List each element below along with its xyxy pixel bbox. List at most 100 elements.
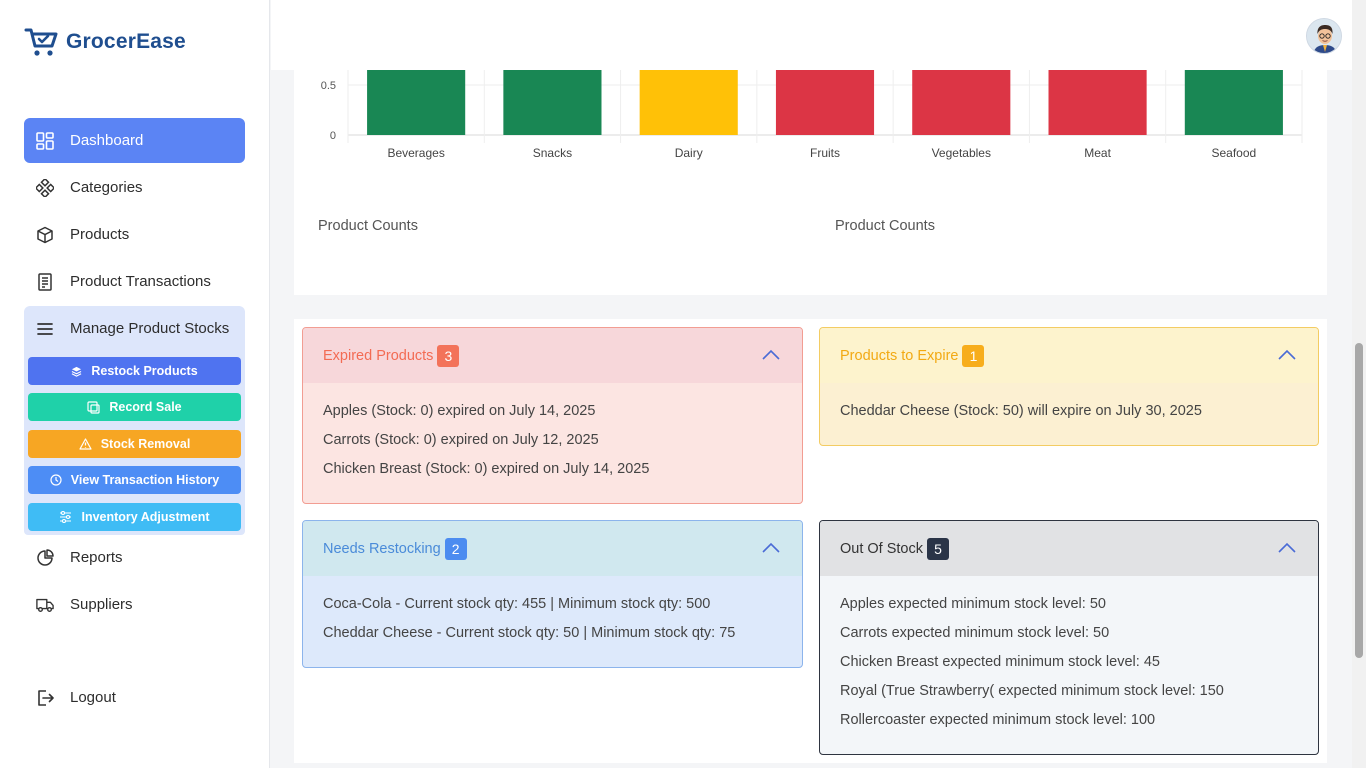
products-to-expire-count-badge: 1 (962, 344, 985, 367)
needs-restocking-header[interactable]: Needs Restocking 2 (303, 521, 802, 576)
receipt-icon (36, 272, 54, 291)
chart-bar[interactable] (775, 60, 875, 135)
expired-products-header[interactable]: Expired Products 3 (303, 328, 802, 383)
sidebar-item-label: Dashboard (70, 132, 144, 149)
categories-icon (36, 178, 54, 197)
sidebar-item-label: Reports (70, 549, 123, 566)
inventory-adjustment-label: Inventory Adjustment (81, 510, 210, 524)
list-item: Coca-Cola - Current stock qty: 455 | Min… (323, 596, 711, 612)
products-to-expire-title: Products to Expire (840, 347, 959, 364)
sidebar-item-products[interactable]: Products (24, 212, 245, 257)
sale-tag-icon (87, 400, 100, 414)
needs-restocking-title: Needs Restocking (323, 540, 441, 557)
chart-bar[interactable] (503, 60, 602, 135)
scrollbar-thumb[interactable] (1355, 343, 1363, 658)
view-transaction-history-button[interactable]: View Transaction History (28, 466, 241, 494)
restock-products-label: Restock Products (91, 364, 198, 378)
sidebar-item-manage-product-stocks[interactable]: Manage Product Stocks (24, 306, 245, 351)
chart-bar[interactable] (1184, 60, 1283, 135)
list-item: Chicken Breast (Stock: 0) expired on Jul… (323, 461, 650, 477)
manage-stocks-submenu: Restock Products Record Sale Stock Remov… (24, 351, 245, 535)
needs-restocking-list: Coca-Cola - Current stock qty: 455 | Min… (303, 576, 802, 648)
out-of-stock-list: Apples expected minimum stock level: 50 … (820, 576, 1318, 735)
chart-bar[interactable] (639, 60, 738, 135)
x-tick-label: Beverages (387, 146, 444, 160)
sidebar-item-label: Products (70, 226, 130, 243)
top-header (271, 0, 1352, 70)
menu-icon (36, 320, 54, 338)
warning-icon (79, 438, 92, 450)
category-stock-chart-card: 0.5 0 Beverages Snacks Dairy Fruits Vegetables… (294, 60, 1327, 295)
sidebar-item-label: Categories (70, 179, 143, 196)
needs-restocking-count-badge: 2 (444, 537, 467, 560)
list-item: Carrots expected minimum stock level: 50 (840, 625, 1110, 641)
sidebar-item-label: Manage Product Stocks (70, 320, 230, 337)
app-logo[interactable]: GrocerEase (24, 26, 186, 58)
x-tick-label: Fruits (810, 146, 840, 160)
chevron-up-icon[interactable] (762, 348, 780, 362)
list-item: Chicken Breast expected minimum stock le… (840, 654, 1160, 670)
products-to-expire-list: Cheddar Cheese (Stock: 50) will expire o… (820, 383, 1318, 426)
layers-icon (71, 366, 82, 377)
list-item: Apples (Stock: 0) expired on July 14, 20… (323, 403, 596, 419)
out-of-stock-count-badge: 5 (927, 537, 949, 560)
list-item: Royal (True Strawberry( expected minimum… (840, 683, 1224, 699)
logout-icon (36, 689, 54, 707)
sidebar-item-categories[interactable]: Categories (24, 165, 245, 210)
out-of-stock-card: Out Of Stock 5 Apples expected minimum s… (819, 520, 1319, 755)
sidebar-item-reports[interactable]: Reports (24, 535, 245, 580)
x-tick-label: Snacks (533, 146, 572, 160)
sidebar-item-label: Logout (70, 689, 116, 706)
product-counts-caption: Product Counts (835, 218, 935, 234)
dashboard-icon (36, 131, 54, 150)
user-avatar[interactable] (1306, 18, 1342, 54)
list-item: Rollercoaster expected minimum stock lev… (840, 712, 1156, 728)
truck-icon (36, 596, 54, 614)
chart-bar[interactable] (367, 60, 466, 135)
app-name: GrocerEase (66, 30, 186, 53)
list-item: Carrots (Stock: 0) expired on July 12, 2… (323, 432, 599, 448)
chevron-up-icon[interactable] (1278, 541, 1296, 555)
clock-icon (50, 474, 62, 486)
sidebar-item-dashboard[interactable]: Dashboard (24, 118, 245, 163)
view-transaction-history-label: View Transaction History (70, 473, 220, 487)
products-to-expire-card: Products to Expire 1 Cheddar Cheese (Sto… (819, 327, 1319, 446)
x-tick-label: Vegetables (932, 146, 991, 160)
expired-products-card: Expired Products 3 Apples (Stock: 0) exp… (302, 327, 803, 504)
record-sale-label: Record Sale (109, 400, 182, 414)
sidebar-item-label: Product Transactions (70, 273, 211, 290)
sliders-icon (59, 511, 72, 523)
box-icon (36, 226, 54, 244)
chart-bar[interactable] (1048, 60, 1147, 135)
category-stock-bar-chart: 0.5 0 Beverages Snacks Dairy Fruits Vegetables… (321, 60, 1303, 160)
list-item: Cheddar Cheese (Stock: 50) will expire o… (840, 403, 1202, 419)
chart-bar[interactable] (912, 60, 1011, 135)
restock-products-button[interactable]: Restock Products (28, 357, 241, 385)
sidebar-item-suppliers[interactable]: Suppliers (24, 582, 245, 627)
stock-removal-button[interactable]: Stock Removal (28, 430, 241, 458)
out-of-stock-title: Out Of Stock (840, 540, 923, 557)
stock-removal-label: Stock Removal (100, 437, 191, 451)
record-sale-button[interactable]: Record Sale (28, 393, 241, 421)
inventory-adjustment-button[interactable]: Inventory Adjustment (28, 503, 241, 531)
sidebar-item-product-transactions[interactable]: Product Transactions (24, 259, 245, 304)
stock-alerts-section: Expired Products 3 Apples (Stock: 0) exp… (294, 319, 1327, 763)
chevron-up-icon[interactable] (1278, 348, 1296, 362)
pie-chart-icon (36, 548, 54, 567)
page-scrollbar[interactable] (1352, 0, 1366, 768)
out-of-stock-header[interactable]: Out Of Stock 5 (820, 521, 1318, 576)
sidebar-item-label: Suppliers (70, 596, 133, 613)
x-tick-label: Meat (1084, 146, 1111, 160)
cart-check-icon (24, 28, 58, 56)
expired-products-count-badge: 3 (437, 344, 460, 367)
product-counts-caption: Product Counts (318, 218, 418, 234)
sidebar: GrocerEase Dashboard Categories Products… (0, 0, 270, 768)
expired-products-list: Apples (Stock: 0) expired on July 14, 20… (303, 383, 802, 484)
products-to-expire-header[interactable]: Products to Expire 1 (820, 328, 1318, 383)
x-tick-label: Dairy (675, 146, 703, 160)
y-tick-label: 0 (330, 130, 336, 142)
y-tick-label: 0.5 (321, 80, 336, 92)
user-avatar-icon (1307, 19, 1341, 53)
chevron-up-icon[interactable] (762, 541, 780, 555)
sidebar-item-logout[interactable]: Logout (24, 675, 245, 720)
